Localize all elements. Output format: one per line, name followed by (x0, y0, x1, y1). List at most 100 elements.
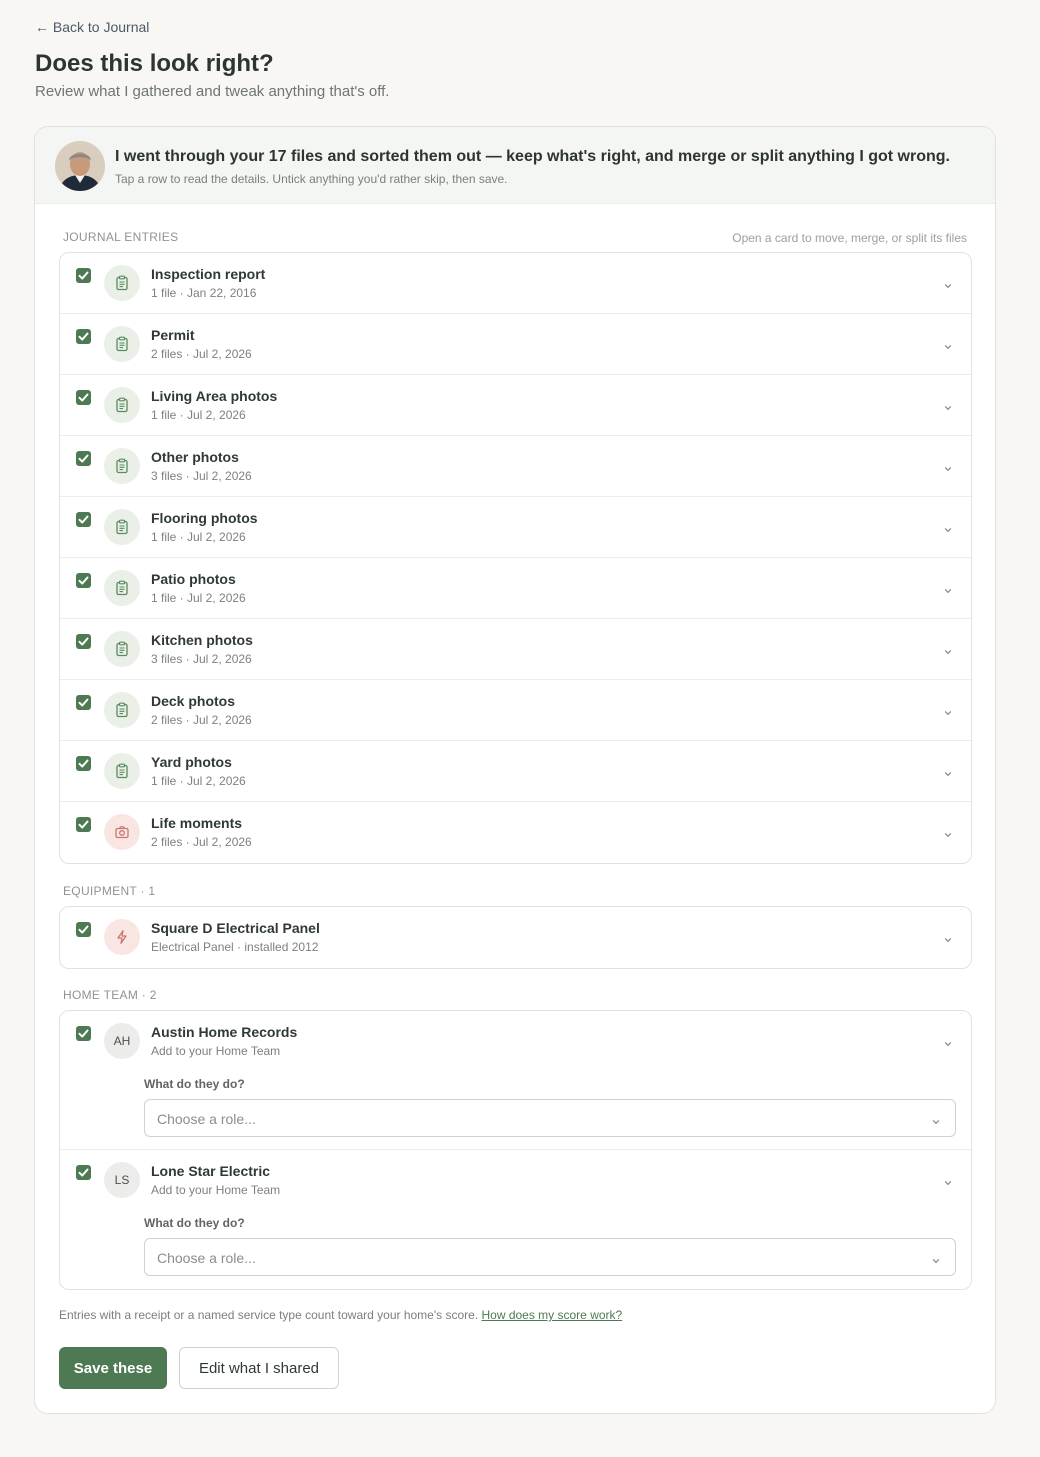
list-item[interactable]: Inspection report 1 file · Jan 22, 2016 (60, 253, 971, 314)
list-item[interactable]: Deck photos 2 files · Jul 2, 2026 (60, 680, 971, 741)
item-title: Life moments (151, 815, 243, 831)
list-item[interactable]: Flooring photos 1 file · Jul 2, 2026 (60, 497, 971, 558)
include-checkbox[interactable] (76, 756, 91, 771)
chevron-down-icon[interactable] (943, 644, 953, 655)
item-title: Inspection report (151, 266, 266, 282)
journal-section-label: JOURNAL ENTRIES (63, 230, 179, 244)
chevron-down-icon[interactable] (943, 1175, 953, 1186)
role-select[interactable]: Choose a role... (144, 1099, 956, 1137)
include-checkbox[interactable] (76, 634, 91, 649)
assistant-hint: Tap a row to read the details. Untick an… (115, 172, 508, 186)
journal-section-hint: Open a card to move, merge, or split its… (732, 231, 967, 245)
chevron-down-icon[interactable] (943, 461, 953, 472)
list-item[interactable]: Square D Electrical Panel Electrical Pane… (60, 907, 971, 968)
item-meta: 2 files · Jul 2, 2026 (151, 713, 252, 727)
member-avatar: AH (104, 1023, 140, 1059)
list-item[interactable]: Kitchen photos 3 files · Jul 2, 2026 (60, 619, 971, 680)
clipboard-icon (104, 570, 140, 606)
item-title: Flooring photos (151, 510, 258, 526)
chevron-down-icon[interactable] (943, 766, 953, 777)
item-title: Patio photos (151, 571, 236, 587)
role-question-label: What do they do? (144, 1077, 245, 1091)
include-checkbox[interactable] (76, 1165, 91, 1180)
team-member-row: LS Lone Star Electric Add to your Home Tea… (60, 1150, 971, 1289)
member-name: Lone Star Electric (151, 1163, 271, 1179)
role-select[interactable]: Choose a role... (144, 1238, 956, 1276)
score-footnote: Entries with a receipt or a named servic… (59, 1308, 622, 1322)
include-checkbox[interactable] (76, 268, 91, 283)
include-checkbox[interactable] (76, 573, 91, 588)
include-checkbox[interactable] (76, 922, 91, 937)
member-name: Austin Home Records (151, 1024, 298, 1040)
item-title: Permit (151, 327, 195, 343)
edit-shared-button[interactable]: Edit what I shared (179, 1347, 339, 1389)
list-item[interactable]: Permit 2 files · Jul 2, 2026 (60, 314, 971, 375)
lightning-icon (104, 919, 140, 955)
item-meta: 3 files · Jul 2, 2026 (151, 469, 252, 483)
chevron-down-icon[interactable] (943, 705, 953, 716)
include-checkbox[interactable] (76, 451, 91, 466)
item-meta: 3 files · Jul 2, 2026 (151, 652, 252, 666)
item-title: Other photos (151, 449, 239, 465)
chevron-down-icon[interactable] (943, 278, 953, 289)
include-checkbox[interactable] (76, 329, 91, 344)
include-checkbox[interactable] (76, 1026, 91, 1041)
assistant-message: I went through your 17 files and sorted … (115, 148, 950, 165)
team-member-row: AH Austin Home Records Add to your Home Te… (60, 1011, 971, 1150)
member-avatar: LS (104, 1162, 140, 1198)
clipboard-icon (104, 753, 140, 789)
item-title: Yard photos (151, 754, 232, 770)
review-page: ← Back to Journal Does this look right? … (0, 0, 1040, 1457)
journal-entries-list: Inspection report 1 file · Jan 22, 2016 Pe… (59, 252, 972, 864)
assistant-banner: I went through your 17 files and sorted … (35, 127, 995, 204)
member-meta: Add to your Home Team (151, 1044, 281, 1058)
item-meta: Electrical Panel · installed 2012 (151, 940, 319, 954)
chevron-down-icon[interactable] (943, 932, 953, 943)
item-meta: 1 file · Jan 22, 2016 (151, 286, 257, 300)
item-meta: 1 file · Jul 2, 2026 (151, 774, 246, 788)
chevron-down-icon[interactable] (943, 339, 953, 350)
include-checkbox[interactable] (76, 695, 91, 710)
item-meta: 2 files · Jul 2, 2026 (151, 835, 252, 849)
back-to-journal-link[interactable]: ← Back to Journal (35, 19, 149, 35)
list-item[interactable]: Yard photos 1 file · Jul 2, 2026 (60, 741, 971, 802)
clipboard-icon (104, 326, 140, 362)
role-question-label: What do they do? (144, 1216, 245, 1230)
home-team-section-label: HOME TEAM · 2 (63, 988, 157, 1002)
chevron-down-icon[interactable] (943, 522, 953, 533)
list-item[interactable]: Other photos 3 files · Jul 2, 2026 (60, 436, 971, 497)
include-checkbox[interactable] (76, 512, 91, 527)
role-select-placeholder: Choose a role... (157, 1250, 256, 1266)
clipboard-icon (104, 448, 140, 484)
chevron-down-icon[interactable] (943, 583, 953, 594)
assistant-avatar (55, 141, 105, 191)
score-help-link[interactable]: How does my score work? (481, 1308, 622, 1322)
equipment-section-label: EQUIPMENT · 1 (63, 884, 156, 898)
equipment-list: Square D Electrical Panel Electrical Pane… (59, 906, 972, 969)
item-meta: 1 file · Jul 2, 2026 (151, 591, 246, 605)
member-initials: AH (113, 1034, 131, 1048)
include-checkbox[interactable] (76, 390, 91, 405)
chevron-down-icon[interactable] (943, 827, 953, 838)
item-title: Living Area photos (151, 388, 278, 404)
list-item[interactable]: Patio photos 1 file · Jul 2, 2026 (60, 558, 971, 619)
camera-icon (104, 814, 140, 850)
chevron-down-icon (931, 1253, 941, 1264)
item-title: Deck photos (151, 693, 236, 709)
save-button[interactable]: Save these (59, 1347, 167, 1389)
item-title: Square D Electrical Panel (151, 920, 320, 936)
clipboard-icon (104, 692, 140, 728)
item-meta: 1 file · Jul 2, 2026 (151, 530, 246, 544)
score-note-text: Entries with a receipt or a named servic… (59, 1308, 482, 1322)
item-meta: 2 files · Jul 2, 2026 (151, 347, 252, 361)
list-item[interactable]: Life moments 2 files · Jul 2, 2026 (60, 802, 971, 863)
clipboard-icon (104, 265, 140, 301)
include-checkbox[interactable] (76, 817, 91, 832)
chevron-down-icon (931, 1114, 941, 1125)
member-initials: LS (114, 1173, 130, 1187)
chevron-down-icon[interactable] (943, 400, 953, 411)
list-item[interactable]: Living Area photos 1 file · Jul 2, 2026 (60, 375, 971, 436)
clipboard-icon (104, 631, 140, 667)
chevron-down-icon[interactable] (943, 1036, 953, 1047)
item-meta: 1 file · Jul 2, 2026 (151, 408, 246, 422)
